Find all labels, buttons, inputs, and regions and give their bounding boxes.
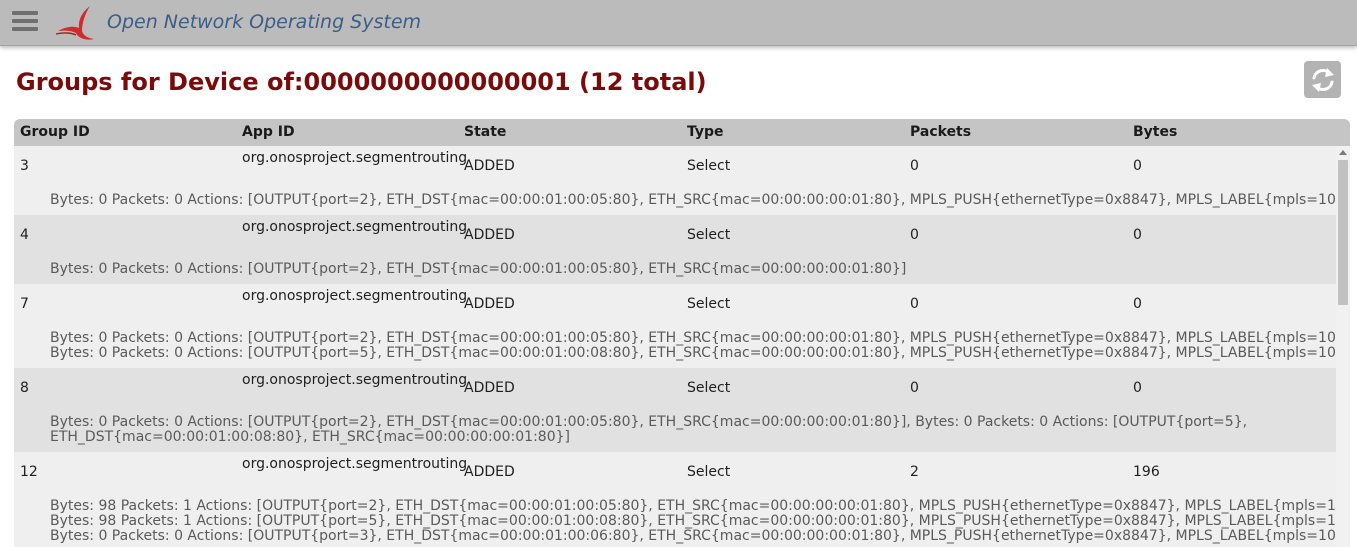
- refresh-icon: [1311, 67, 1334, 92]
- bucket-details: Bytes: 0 Packets: 0 Actions: [OUTPUT{por…: [50, 330, 1336, 361]
- page-title: Groups for Device of:0000000000000001 (1…: [16, 68, 707, 96]
- app-id-cell: org.onosproject.segmentrouting: [242, 219, 468, 235]
- packets-cell: 2: [910, 464, 919, 480]
- onos-bird-logo: [52, 4, 96, 42]
- bucket-details: Bytes: 98 Packets: 1 Actions: [OUTPUT{po…: [50, 498, 1336, 544]
- state-cell: ADDED: [464, 158, 515, 174]
- column-header-type[interactable]: Type: [687, 124, 724, 140]
- bucket-line: Bytes: 98 Packets: 1 Actions: [OUTPUT{po…: [50, 498, 1336, 514]
- column-header-bytes[interactable]: Bytes: [1133, 124, 1177, 140]
- column-header-app-id[interactable]: App ID: [242, 124, 295, 140]
- bytes-cell: 0: [1133, 296, 1142, 312]
- bucket-details: Bytes: 0 Packets: 0 Actions: [OUTPUT{por…: [50, 192, 1336, 208]
- table-row[interactable]: 4 org.onosproject.segmentrouting ADDED S…: [14, 215, 1336, 284]
- table-row[interactable]: 8 org.onosproject.segmentrouting ADDED S…: [14, 368, 1336, 452]
- packets-cell: 0: [910, 296, 919, 312]
- group-id-cell: 12: [20, 464, 38, 480]
- bucket-line: Bytes: 98 Packets: 1 Actions: [OUTPUT{po…: [50, 513, 1336, 529]
- bucket-line: Bytes: 0 Packets: 0 Actions: [OUTPUT{por…: [50, 192, 1336, 208]
- app-title: Open Network Operating System: [107, 11, 422, 33]
- group-id-cell: 7: [20, 296, 29, 312]
- bucket-line: Bytes: 0 Packets: 0 Actions: [OUTPUT{por…: [50, 345, 1336, 361]
- vertical-scrollbar[interactable]: [1336, 146, 1350, 547]
- bytes-cell: 0: [1133, 158, 1142, 174]
- table-row[interactable]: 7 org.onosproject.segmentrouting ADDED S…: [14, 284, 1336, 368]
- state-cell: ADDED: [464, 296, 515, 312]
- app-id-cell: org.onosproject.segmentrouting: [242, 288, 468, 304]
- bucket-details: Bytes: 0 Packets: 0 Actions: [OUTPUT{por…: [50, 262, 1316, 277]
- table-body: 3 org.onosproject.segmentrouting ADDED S…: [14, 146, 1336, 547]
- column-header-packets[interactable]: Packets: [910, 124, 971, 140]
- state-cell: ADDED: [464, 464, 515, 480]
- bucket-line: ETH_DST{mac=00:00:01:00:08:80}, ETH_SRC{…: [50, 429, 570, 445]
- table-header: Group ID App ID State Type Packets Bytes: [14, 119, 1350, 146]
- packets-cell: 0: [910, 227, 919, 243]
- hamburger-menu-icon[interactable]: [12, 11, 38, 35]
- bytes-cell: 0: [1133, 227, 1142, 243]
- type-cell: Select: [687, 296, 731, 312]
- state-cell: ADDED: [464, 380, 515, 396]
- bytes-cell: 196: [1133, 464, 1160, 480]
- app-id-cell: org.onosproject.segmentrouting: [242, 456, 468, 472]
- bucket-line: Bytes: 0 Packets: 0 Actions: [OUTPUT{por…: [50, 528, 1336, 544]
- group-id-cell: 8: [20, 380, 29, 396]
- packets-cell: 0: [910, 380, 919, 396]
- bytes-cell: 0: [1133, 380, 1142, 396]
- type-cell: Select: [687, 227, 731, 243]
- column-header-state[interactable]: State: [464, 124, 506, 140]
- state-cell: ADDED: [464, 227, 515, 243]
- scrollbar-thumb[interactable]: [1338, 160, 1348, 305]
- app-id-cell: org.onosproject.segmentrouting: [242, 372, 468, 388]
- type-cell: Select: [687, 464, 731, 480]
- packets-cell: 0: [910, 158, 919, 174]
- bucket-line: Bytes: 0 Packets: 0 Actions: [OUTPUT{por…: [50, 330, 1336, 346]
- refresh-button[interactable]: [1304, 61, 1341, 98]
- type-cell: Select: [687, 380, 731, 396]
- table-row[interactable]: 12 org.onosproject.segmentrouting ADDED …: [14, 452, 1336, 547]
- column-header-group-id[interactable]: Group ID: [20, 124, 90, 140]
- masthead: Open Network Operating System: [0, 0, 1357, 46]
- bucket-line: Bytes: 0 Packets: 0 Actions: [OUTPUT{por…: [50, 261, 907, 277]
- bucket-details: Bytes: 0 Packets: 0 Actions: [OUTPUT{por…: [50, 415, 1316, 445]
- group-id-cell: 4: [20, 227, 29, 243]
- scroll-up-arrow-icon[interactable]: [1339, 150, 1347, 155]
- app-id-cell: org.onosproject.segmentrouting: [242, 150, 468, 166]
- bucket-line: Bytes: 0 Packets: 0 Actions: [OUTPUT{por…: [50, 414, 1248, 430]
- table-row[interactable]: 3 org.onosproject.segmentrouting ADDED S…: [14, 146, 1336, 215]
- type-cell: Select: [687, 158, 731, 174]
- group-id-cell: 3: [20, 158, 29, 174]
